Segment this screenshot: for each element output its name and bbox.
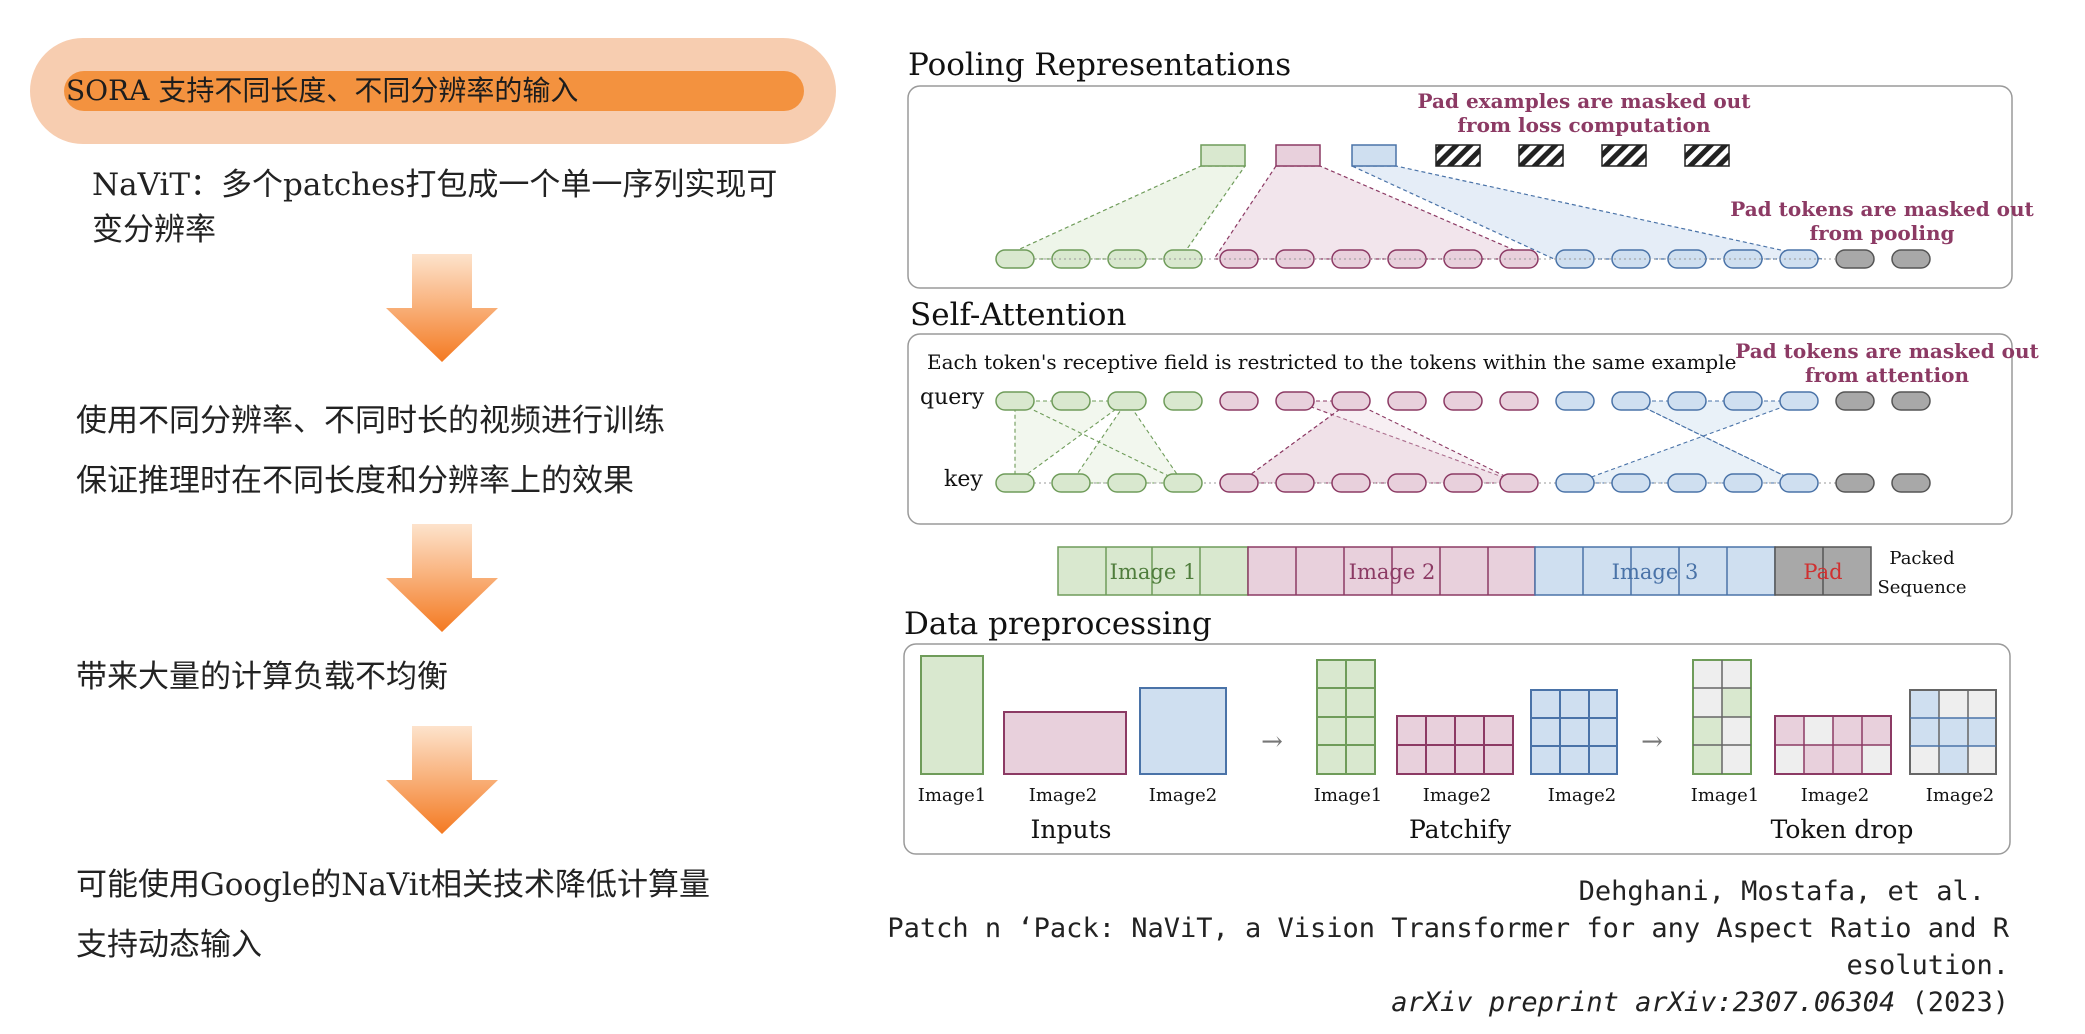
token <box>1107 473 1147 493</box>
token <box>995 391 1035 411</box>
receptive-field-note: Each token's receptive field is restrict… <box>927 350 1736 374</box>
packed-image2-label: Image 2 <box>1349 560 1436 584</box>
pad-token <box>1835 473 1875 493</box>
citation-venue: arXiv preprint arXiv:2307.06304 (2023) <box>1391 984 2009 1021</box>
token <box>1331 391 1371 411</box>
pad-attention-note-2: from attention <box>1805 363 1969 387</box>
pooled-pad-token <box>1684 144 1730 167</box>
packed-image1-label: Image 1 <box>1110 560 1197 584</box>
pooling-token-row <box>995 249 1931 269</box>
pooled-pad-token <box>1435 144 1481 167</box>
input-image1 <box>920 655 984 775</box>
attention-title: Self-Attention <box>910 297 1126 333</box>
token <box>1555 473 1595 493</box>
citation-year: (2023) <box>1895 987 2009 1018</box>
pad-token <box>1891 249 1931 269</box>
token <box>1051 473 1091 493</box>
token <box>1499 391 1539 411</box>
packed-label-2: Sequence <box>1877 577 1966 598</box>
patchify-image3 <box>1530 689 1618 775</box>
token <box>1163 473 1203 493</box>
inputs-label-2: Image2 <box>1029 785 1098 806</box>
inputs-label-1: Image1 <box>918 785 987 806</box>
pad-token <box>1891 473 1931 493</box>
token <box>1667 391 1707 411</box>
token <box>1611 473 1651 493</box>
patchify-label-1: Image1 <box>1314 785 1383 806</box>
token <box>1275 473 1315 493</box>
patchify-image2 <box>1396 715 1514 775</box>
patchify-label-3: Image2 <box>1548 785 1617 806</box>
token <box>1555 391 1595 411</box>
tokendrop-label-2: Image2 <box>1801 785 1870 806</box>
key-token-row <box>995 473 1931 493</box>
token <box>1275 391 1315 411</box>
query-token-row <box>995 391 1931 411</box>
pad-token <box>1835 391 1875 411</box>
arrow-right-icon: → <box>1641 727 1663 757</box>
token <box>1219 391 1259 411</box>
arrow-right-icon: → <box>1261 727 1283 757</box>
token <box>1051 391 1091 411</box>
pooling-title: Pooling Representations <box>908 47 1291 83</box>
patchify-image1 <box>1316 659 1376 775</box>
tokendrop-image1 <box>1692 659 1752 775</box>
packed-pad-label: Pad <box>1803 560 1842 584</box>
tokendrop-image3 <box>1909 689 1997 775</box>
pad-examples-note-2: from loss computation <box>1457 113 1711 137</box>
token <box>1499 473 1539 493</box>
token <box>1667 473 1707 493</box>
inputs-label-3: Image2 <box>1149 785 1218 806</box>
citation-title: Patch n ‘Pack: NaViT, a Vision Transform… <box>887 913 2009 944</box>
pooled-token-pink <box>1275 144 1321 167</box>
patchify-label-2: Image2 <box>1423 785 1492 806</box>
token <box>1443 391 1483 411</box>
token <box>1443 473 1483 493</box>
token <box>995 473 1035 493</box>
input-image2 <box>1003 711 1127 775</box>
packed-sequence: Image 1 Image 2 Image 3 Pad Packed Seque… <box>1057 546 1967 598</box>
pooled-token-blue <box>1351 144 1397 167</box>
token <box>1219 473 1259 493</box>
token <box>1163 391 1203 411</box>
group-patchify-label: Patchify <box>1409 815 1512 844</box>
packed-label-1: Packed <box>1889 548 1954 569</box>
input-image3 <box>1139 687 1227 775</box>
token <box>995 249 1035 269</box>
token <box>1723 473 1763 493</box>
pad-pooling-note-2: from pooling <box>1810 221 1955 245</box>
token <box>1107 391 1147 411</box>
pad-token <box>1891 391 1931 411</box>
token <box>1611 391 1651 411</box>
citation-journal: arXiv preprint arXiv:2307.06304 <box>1391 987 1896 1018</box>
key-label: key <box>944 467 983 492</box>
pad-pooling-note-1: Pad tokens are masked out <box>1730 197 2034 221</box>
preprocessing-title: Data preprocessing <box>904 606 1212 642</box>
pooled-pad-token <box>1518 144 1564 167</box>
token <box>1331 473 1371 493</box>
tokendrop-label-3: Image2 <box>1926 785 1995 806</box>
token <box>1387 391 1427 411</box>
pooled-pad-token <box>1601 144 1647 167</box>
query-label: query <box>920 385 985 410</box>
group-inputs-label: Inputs <box>1031 815 1112 844</box>
token <box>1779 391 1819 411</box>
tokendrop-image2 <box>1774 715 1892 775</box>
pad-attention-note-1: Pad tokens are masked out <box>1735 339 2039 363</box>
citation-title-cont: esolution. <box>1846 950 2009 981</box>
citation-authors: Dehghani, Mostafa, et al. <box>1578 876 1985 907</box>
pooled-token-green <box>1200 144 1246 167</box>
pad-token <box>1835 249 1875 269</box>
packed-image3-label: Image 3 <box>1612 560 1699 584</box>
pad-examples-note-1: Pad examples are masked out <box>1418 89 1752 113</box>
token <box>1779 473 1819 493</box>
token <box>1723 391 1763 411</box>
tokendrop-label-1: Image1 <box>1691 785 1760 806</box>
token <box>1387 473 1427 493</box>
group-tokendrop-label: Token drop <box>1771 815 1914 844</box>
